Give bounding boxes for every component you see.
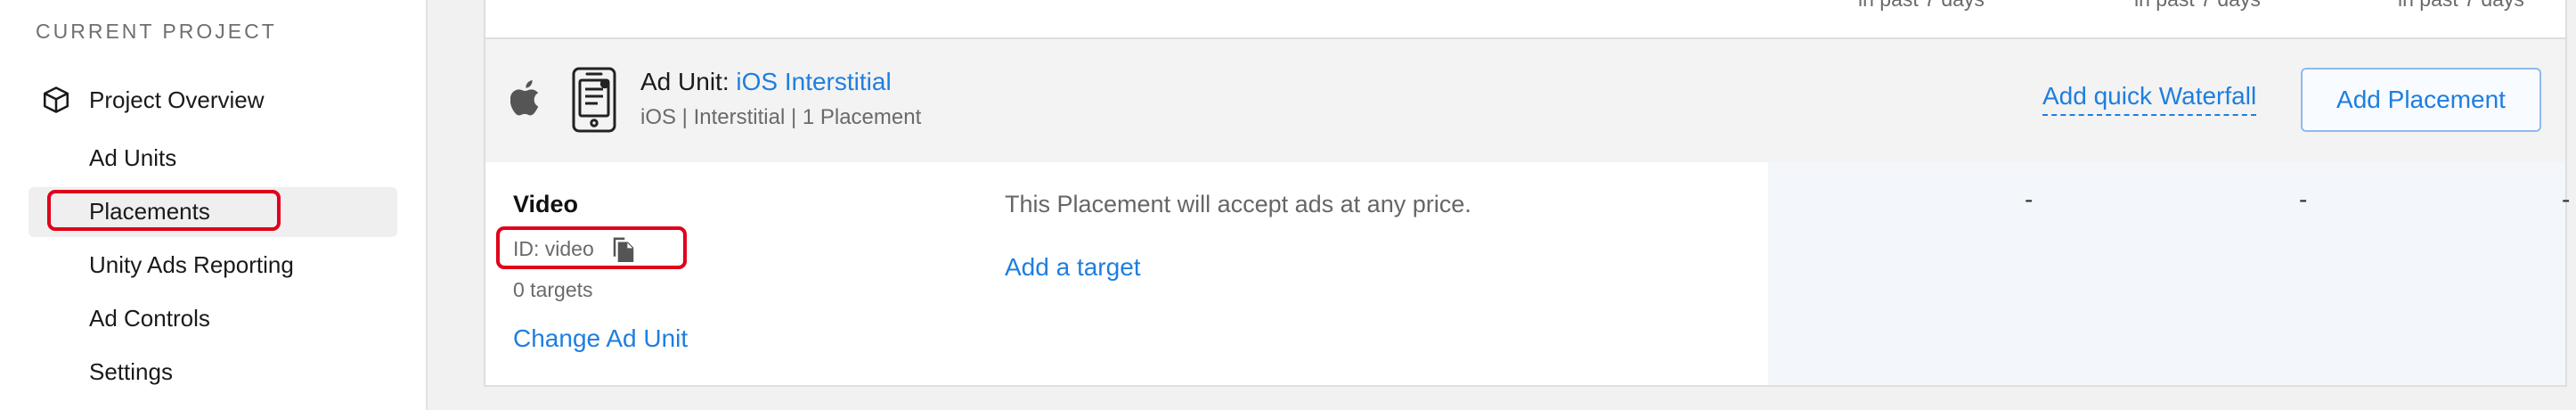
ad-unit-subtitle: iOS | Interstitial | 1 Placement: [640, 105, 922, 129]
id-annotation-box: [496, 226, 687, 269]
metric-value: -: [2562, 185, 2571, 213]
ad-unit-name-link[interactable]: iOS Interstitial: [736, 68, 891, 95]
placement-row: - - - Video ID: video 0 targets Change A…: [485, 162, 2570, 385]
placements-annotation-box: [47, 190, 281, 231]
metrics-panel: - - -: [1768, 162, 2570, 385]
placement-targets: 0 targets: [513, 278, 593, 301]
metric-value: -: [2299, 185, 2308, 213]
ad-unit-row: Ad Unit: iOS Interstitial iOS | Intersti…: [485, 37, 2565, 164]
sidebar-item-ad-controls[interactable]: Ad Controls: [89, 300, 210, 336]
column-header: in past 7 days: [2398, 0, 2524, 12]
ad-unit-prefix: Ad Unit:: [640, 68, 737, 95]
sidebar-item-project-overview[interactable]: Project Overview: [41, 82, 265, 118]
ad-unit-title: Ad Unit: iOS Interstitial: [640, 68, 892, 96]
sidebar-item-label: Project Overview: [89, 86, 265, 113]
sidebar-item-settings[interactable]: Settings: [89, 354, 173, 390]
column-header: in past 7 days: [1858, 0, 1985, 12]
add-quick-waterfall-link[interactable]: Add quick Waterfall: [2042, 82, 2257, 116]
add-placement-button[interactable]: Add Placement: [2301, 68, 2541, 132]
change-ad-unit-link[interactable]: Change Ad Unit: [513, 324, 688, 353]
apple-icon: [510, 80, 539, 116]
sidebar-heading: CURRENT PROJECT: [36, 20, 277, 43]
add-target-link[interactable]: Add a target: [1005, 253, 1141, 282]
placement-name: Video: [513, 191, 579, 217]
cube-icon: [43, 86, 69, 113]
sidebar-item-unity-ads-reporting[interactable]: Unity Ads Reporting: [89, 247, 294, 283]
metric-value: -: [2025, 185, 2034, 213]
sidebar-item-ad-units[interactable]: Ad Units: [89, 140, 176, 176]
phone-icon: [572, 67, 616, 133]
price-info-text: This Placement will accept ads at any pr…: [1005, 191, 1471, 217]
sidebar: CURRENT PROJECT Project Overview Ad Unit…: [0, 0, 428, 410]
column-header: in past 7 days: [2134, 0, 2261, 12]
